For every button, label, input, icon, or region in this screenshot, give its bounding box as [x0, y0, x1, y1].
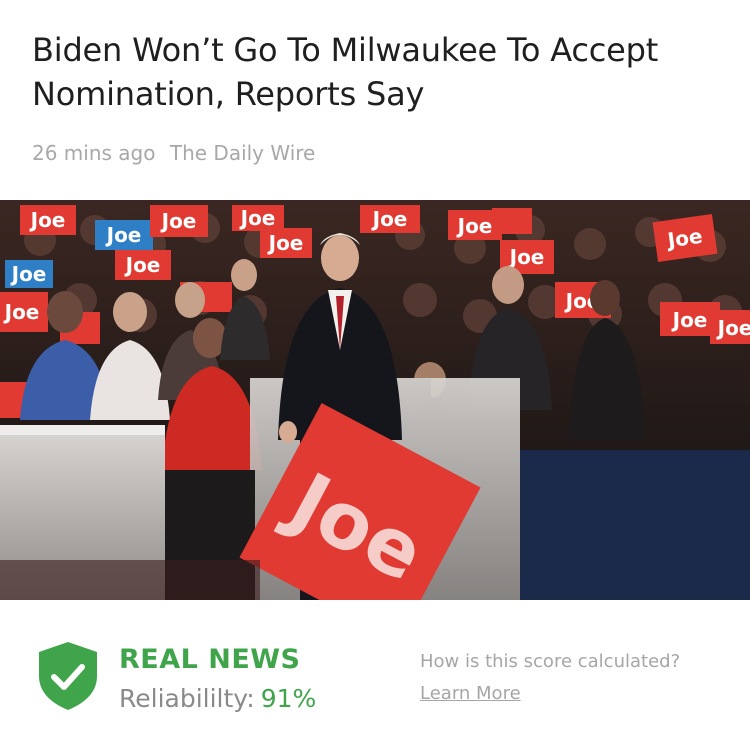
sign-text: Joe: [10, 262, 47, 286]
convention-photo-illustration: Joe Joe Joe Joe Joe Joe Joe Joe Joe Joe …: [0, 200, 750, 600]
article-photo[interactable]: Joe Joe Joe Joe Joe Joe Joe Joe Joe Joe …: [0, 200, 750, 600]
reliability-panel: REAL NEWS Reliabililty: 91% How is this s…: [0, 600, 750, 742]
reliability-score: Reliabililty: 91%: [119, 684, 316, 713]
article-meta: 26 mins ago The Daily Wire: [32, 141, 315, 165]
sign-text: Joe: [267, 231, 304, 255]
sign-text: Joe: [371, 207, 408, 231]
sign-text: Joe: [239, 206, 276, 230]
score-question: How is this score calculated?: [420, 651, 681, 672]
article-source[interactable]: The Daily Wire: [170, 141, 316, 165]
article-headline[interactable]: Biden Won’t Go To Milwaukee To Accept No…: [32, 28, 722, 116]
reliability-label: Reliabililty:: [119, 684, 255, 713]
shield-check-icon: [39, 642, 97, 710]
article-time: 26 mins ago: [32, 141, 156, 165]
reliability-value: 91%: [260, 684, 317, 713]
sign-text: Joe: [29, 208, 66, 232]
sign-text: Joe: [3, 300, 40, 324]
sign-text: Joe: [124, 253, 161, 277]
sign-text: Joe: [508, 245, 545, 269]
sign-text: Joe: [671, 308, 708, 332]
verdict-label: REAL NEWS: [119, 644, 301, 675]
sign-text: Joe: [160, 209, 197, 233]
sign-text: Joe: [664, 224, 704, 253]
learn-more-link[interactable]: Learn More: [420, 683, 521, 704]
sign-text: Joe: [716, 316, 750, 340]
sign-text: Joe: [456, 214, 493, 238]
sign-text: Joe: [105, 223, 142, 247]
